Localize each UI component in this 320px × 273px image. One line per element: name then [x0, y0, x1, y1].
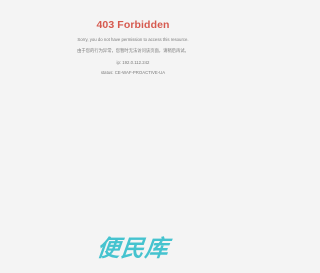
error-message-english: Sorry, you do not have permission to acc…	[77, 37, 189, 42]
error-page: 403 Forbidden Sorry, you do not have per…	[0, 0, 266, 273]
error-message-chinese: 由于您的行为异常，您暂时无法访问该页面，请稍后再试。	[77, 48, 189, 53]
error-title: 403 Forbidden	[96, 19, 170, 31]
error-status: status: CE-WAF-PROACTIVE-UA	[100, 70, 166, 75]
error-ip: ip: 192.0.112.242	[116, 60, 150, 65]
watermark-logo: 便民库	[95, 236, 171, 262]
